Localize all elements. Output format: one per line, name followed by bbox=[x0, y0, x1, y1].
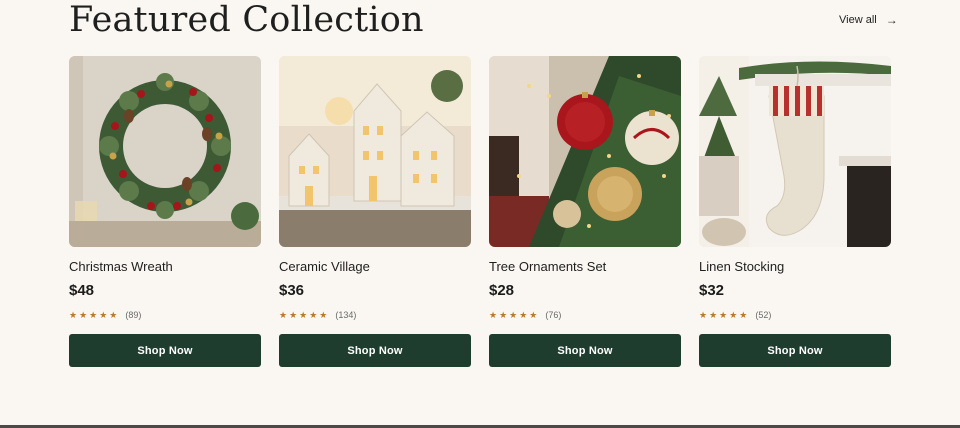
product-name[interactable]: Ceramic Village bbox=[279, 259, 471, 275]
shop-now-button[interactable]: Shop Now bbox=[279, 334, 471, 367]
product-name[interactable]: Christmas Wreath bbox=[69, 259, 261, 275]
review-count: (89) bbox=[125, 310, 142, 320]
product-image-ceramic-village[interactable] bbox=[279, 56, 471, 247]
product-card: Christmas Wreath $48 ★★★★★ (89) Shop Now bbox=[69, 56, 261, 367]
product-rating: ★★★★★ (134) bbox=[279, 309, 471, 321]
section-title: Featured Collection bbox=[69, 0, 424, 40]
star-rating-icon: ★★★★★ bbox=[699, 309, 750, 320]
arrow-right-icon: → bbox=[885, 13, 898, 27]
product-rating: ★★★★★ (52) bbox=[699, 309, 891, 321]
shop-now-button[interactable]: Shop Now bbox=[489, 334, 681, 367]
shop-now-button[interactable]: Shop Now bbox=[69, 334, 261, 367]
product-card: Linen Stocking $32 ★★★★★ (52) Shop Now bbox=[699, 56, 891, 367]
product-image-wreath[interactable] bbox=[69, 56, 261, 247]
product-price: $48 bbox=[69, 282, 95, 299]
product-image-tree-ornaments[interactable] bbox=[489, 56, 681, 247]
star-rating-icon: ★★★★★ bbox=[69, 309, 120, 320]
product-card: Tree Ornaments Set $28 ★★★★★ (76) Shop N… bbox=[489, 56, 681, 367]
product-rating: ★★★★★ (89) bbox=[69, 309, 261, 321]
review-count: (52) bbox=[755, 310, 772, 320]
product-card: Ceramic Village $36 ★★★★★ (134) Shop Now bbox=[279, 56, 471, 367]
product-price: $28 bbox=[489, 282, 515, 299]
product-rating: ★★★★★ (76) bbox=[489, 309, 681, 321]
view-all-label: View all bbox=[839, 14, 877, 26]
shop-now-button[interactable]: Shop Now bbox=[699, 334, 891, 367]
product-price: $36 bbox=[279, 282, 305, 299]
star-rating-icon: ★★★★★ bbox=[489, 309, 540, 320]
star-rating-icon: ★★★★★ bbox=[279, 309, 330, 320]
view-all-link[interactable]: View all → bbox=[839, 14, 898, 26]
product-name[interactable]: Linen Stocking bbox=[699, 259, 891, 275]
review-count: (134) bbox=[335, 310, 357, 320]
product-image-linen-stocking[interactable] bbox=[699, 56, 891, 247]
product-grid: Christmas Wreath $48 ★★★★★ (89) Shop Now bbox=[69, 56, 891, 367]
review-count: (76) bbox=[545, 310, 562, 320]
product-price: $32 bbox=[699, 282, 725, 299]
product-name[interactable]: Tree Ornaments Set bbox=[489, 259, 681, 275]
